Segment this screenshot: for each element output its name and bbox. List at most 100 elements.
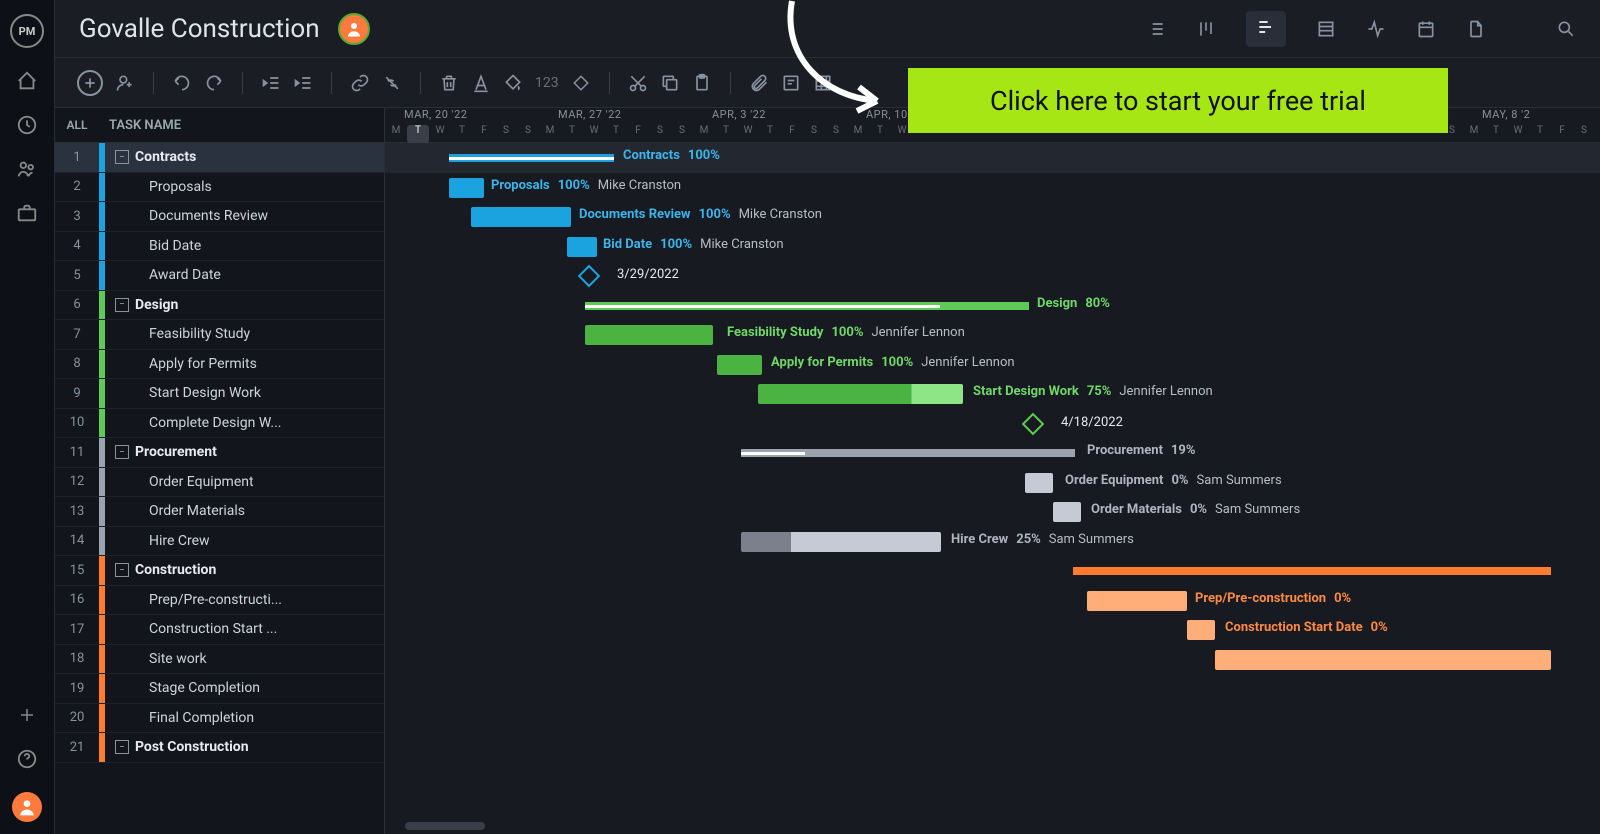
add-icon[interactable]	[16, 704, 38, 726]
task-row[interactable]: 1 − Contracts	[55, 143, 384, 173]
indent-icon[interactable]	[293, 73, 313, 93]
collapse-icon[interactable]: −	[115, 298, 129, 312]
board-view-icon[interactable]	[1196, 19, 1216, 39]
gantt-row[interactable]: Order Equipment0%Sam Summers	[385, 468, 1600, 498]
help-icon[interactable]	[16, 748, 38, 770]
delete-icon[interactable]	[439, 73, 459, 93]
task-row[interactable]: 8 Apply for Permits	[55, 350, 384, 380]
gantt-row[interactable]: Hire Crew25%Sam Summers	[385, 527, 1600, 557]
briefcase-icon[interactable]	[16, 202, 38, 224]
task-bar[interactable]	[1053, 502, 1081, 522]
task-row[interactable]: 6 − Design	[55, 291, 384, 321]
task-row[interactable]: 5 Award Date	[55, 261, 384, 291]
task-bar[interactable]	[741, 532, 941, 552]
paste-icon[interactable]	[692, 73, 712, 93]
task-row[interactable]: 9 Start Design Work	[55, 379, 384, 409]
gantt-row[interactable]: Order Materials0%Sam Summers	[385, 497, 1600, 527]
outdent-icon[interactable]	[261, 73, 281, 93]
search-icon[interactable]	[1556, 19, 1576, 39]
gantt-chart[interactable]: MAR, 20 '22MAR, 27 '22APR, 3 '22APR, 10 …	[385, 108, 1600, 834]
note-icon[interactable]	[781, 73, 801, 93]
gantt-row[interactable]: Design80%	[385, 291, 1600, 321]
summary-bar[interactable]	[585, 302, 1029, 310]
task-bar[interactable]	[449, 178, 484, 198]
unlink-icon[interactable]	[382, 73, 402, 93]
milestone-diamond[interactable]	[578, 265, 601, 288]
task-row[interactable]: 7 Feasibility Study	[55, 320, 384, 350]
task-bar[interactable]	[1187, 620, 1215, 640]
gantt-row[interactable]: Procurement19%	[385, 438, 1600, 468]
task-bar[interactable]	[1215, 650, 1551, 670]
list-view-icon[interactable]	[1146, 19, 1166, 39]
task-row[interactable]: 14 Hire Crew	[55, 527, 384, 557]
task-bar[interactable]	[585, 325, 713, 345]
summary-bar[interactable]	[1073, 567, 1551, 575]
task-row[interactable]: 12 Order Equipment	[55, 468, 384, 498]
gantt-row[interactable]	[385, 556, 1600, 586]
collapse-icon[interactable]: −	[115, 150, 129, 164]
assign-icon[interactable]	[115, 73, 135, 93]
gantt-row[interactable]: Construction Start Date0%	[385, 615, 1600, 645]
pm-logo[interactable]: PM	[10, 14, 44, 48]
project-member-avatar[interactable]	[338, 13, 370, 45]
task-row[interactable]: 18 Site work	[55, 645, 384, 675]
collapse-icon[interactable]: −	[115, 740, 129, 754]
undo-icon[interactable]	[172, 73, 192, 93]
task-row[interactable]: 2 Proposals	[55, 173, 384, 203]
gantt-row[interactable]: 4/18/2022	[385, 409, 1600, 439]
collapse-icon[interactable]: −	[115, 445, 129, 459]
recent-icon[interactable]	[16, 114, 38, 136]
redo-icon[interactable]	[204, 73, 224, 93]
gantt-row[interactable]: Contracts100%	[385, 143, 1600, 173]
summary-bar[interactable]	[741, 449, 1075, 457]
task-row[interactable]: 15 − Construction	[55, 556, 384, 586]
gantt-row[interactable]: Proposals100%Mike Cranston	[385, 173, 1600, 203]
gantt-row[interactable]	[385, 704, 1600, 734]
col-header-all[interactable]: ALL	[55, 118, 99, 132]
gantt-row[interactable]: Feasibility Study100%Jennifer Lennon	[385, 320, 1600, 350]
gantt-row[interactable]: Documents Review100%Mike Cranston	[385, 202, 1600, 232]
gantt-row[interactable]: Prep/Pre-construction0%	[385, 586, 1600, 616]
gantt-row[interactable]: Start Design Work75%Jennifer Lennon	[385, 379, 1600, 409]
task-row[interactable]: 19 Stage Completion	[55, 674, 384, 704]
task-row[interactable]: 11 − Procurement	[55, 438, 384, 468]
task-bar[interactable]	[471, 207, 571, 227]
gantt-row[interactable]: Bid Date100%Mike Cranston	[385, 232, 1600, 262]
link-icon[interactable]	[350, 73, 370, 93]
activity-view-icon[interactable]	[1366, 19, 1386, 39]
attachment-icon[interactable]	[749, 73, 769, 93]
user-avatar[interactable]	[12, 792, 42, 822]
task-row[interactable]: 21 − Post Construction	[55, 733, 384, 763]
diamond-icon[interactable]	[571, 73, 591, 93]
calendar-view-icon[interactable]	[1416, 19, 1436, 39]
task-row[interactable]: 10 Complete Design W...	[55, 409, 384, 439]
gantt-row[interactable]	[385, 674, 1600, 704]
task-row[interactable]: 20 Final Completion	[55, 704, 384, 734]
sheet-view-icon[interactable]	[1316, 19, 1336, 39]
gantt-row[interactable]	[385, 645, 1600, 675]
gantt-row[interactable]: 3/29/2022	[385, 261, 1600, 291]
gantt-view-icon[interactable]	[1246, 11, 1286, 47]
font-icon[interactable]	[471, 73, 491, 93]
task-row[interactable]: 3 Documents Review	[55, 202, 384, 232]
task-bar[interactable]	[758, 384, 963, 404]
cut-icon[interactable]	[628, 73, 648, 93]
collapse-icon[interactable]: −	[115, 563, 129, 577]
grid-icon[interactable]	[813, 73, 833, 93]
task-bar[interactable]	[1087, 591, 1187, 611]
task-row[interactable]: 17 Construction Start ...	[55, 615, 384, 645]
task-row[interactable]: 4 Bid Date	[55, 232, 384, 262]
milestone-diamond[interactable]	[1022, 412, 1045, 435]
gantt-row[interactable]: Apply for Permits100%Jennifer Lennon	[385, 350, 1600, 380]
task-bar[interactable]	[717, 355, 762, 375]
task-row[interactable]: 13 Order Materials	[55, 497, 384, 527]
copy-icon[interactable]	[660, 73, 680, 93]
col-header-task-name[interactable]: TASK NAME	[99, 118, 384, 133]
home-icon[interactable]	[16, 70, 38, 92]
free-trial-cta[interactable]: Click here to start your free trial	[908, 68, 1448, 133]
team-icon[interactable]	[16, 158, 38, 180]
task-bar[interactable]	[567, 237, 597, 257]
add-task-button[interactable]	[77, 70, 103, 96]
summary-bar[interactable]	[449, 154, 614, 162]
task-bar[interactable]	[1025, 473, 1053, 493]
